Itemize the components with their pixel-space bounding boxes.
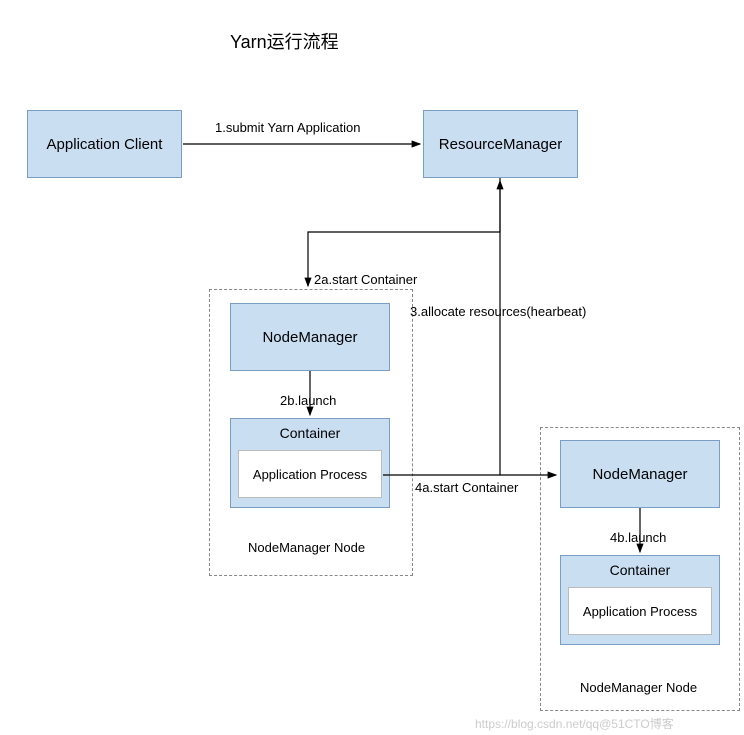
box-app-process-2: Application Process — [568, 587, 712, 635]
label-step2a: 2a.start Container — [314, 272, 417, 287]
nm-node-1-label: NodeManager Node — [248, 540, 365, 555]
app-client-label: Application Client — [47, 136, 163, 153]
container-1-title: Container — [230, 425, 390, 441]
box-node-manager-1: NodeManager — [230, 303, 390, 371]
label-step4b: 4b.launch — [610, 530, 666, 545]
box-app-process-1: Application Process — [238, 450, 382, 498]
box-resource-manager: ResourceManager — [423, 110, 578, 178]
diagram-title: Yarn运行流程 — [230, 28, 339, 54]
watermark-text: https://blog.csdn.net/qq@51CTO博客 — [475, 715, 674, 732]
label-step4a: 4a.start Container — [415, 480, 518, 495]
label-step3: 3.allocate resources(hearbeat) — [410, 304, 586, 319]
label-step1: 1.submit Yarn Application — [215, 120, 361, 135]
box-node-manager-2: NodeManager — [560, 440, 720, 508]
node-manager-2-label: NodeManager — [592, 466, 687, 483]
nm-node-2-label: NodeManager Node — [580, 680, 697, 695]
app-process-1-label: Application Process — [253, 467, 367, 482]
box-application-client: Application Client — [27, 110, 182, 178]
resource-manager-label: ResourceManager — [439, 136, 562, 153]
container-2-title: Container — [560, 562, 720, 578]
node-manager-1-label: NodeManager — [262, 329, 357, 346]
app-process-2-label: Application Process — [583, 604, 697, 619]
arrow-step2a — [308, 178, 500, 286]
label-step2b: 2b.launch — [280, 393, 336, 408]
